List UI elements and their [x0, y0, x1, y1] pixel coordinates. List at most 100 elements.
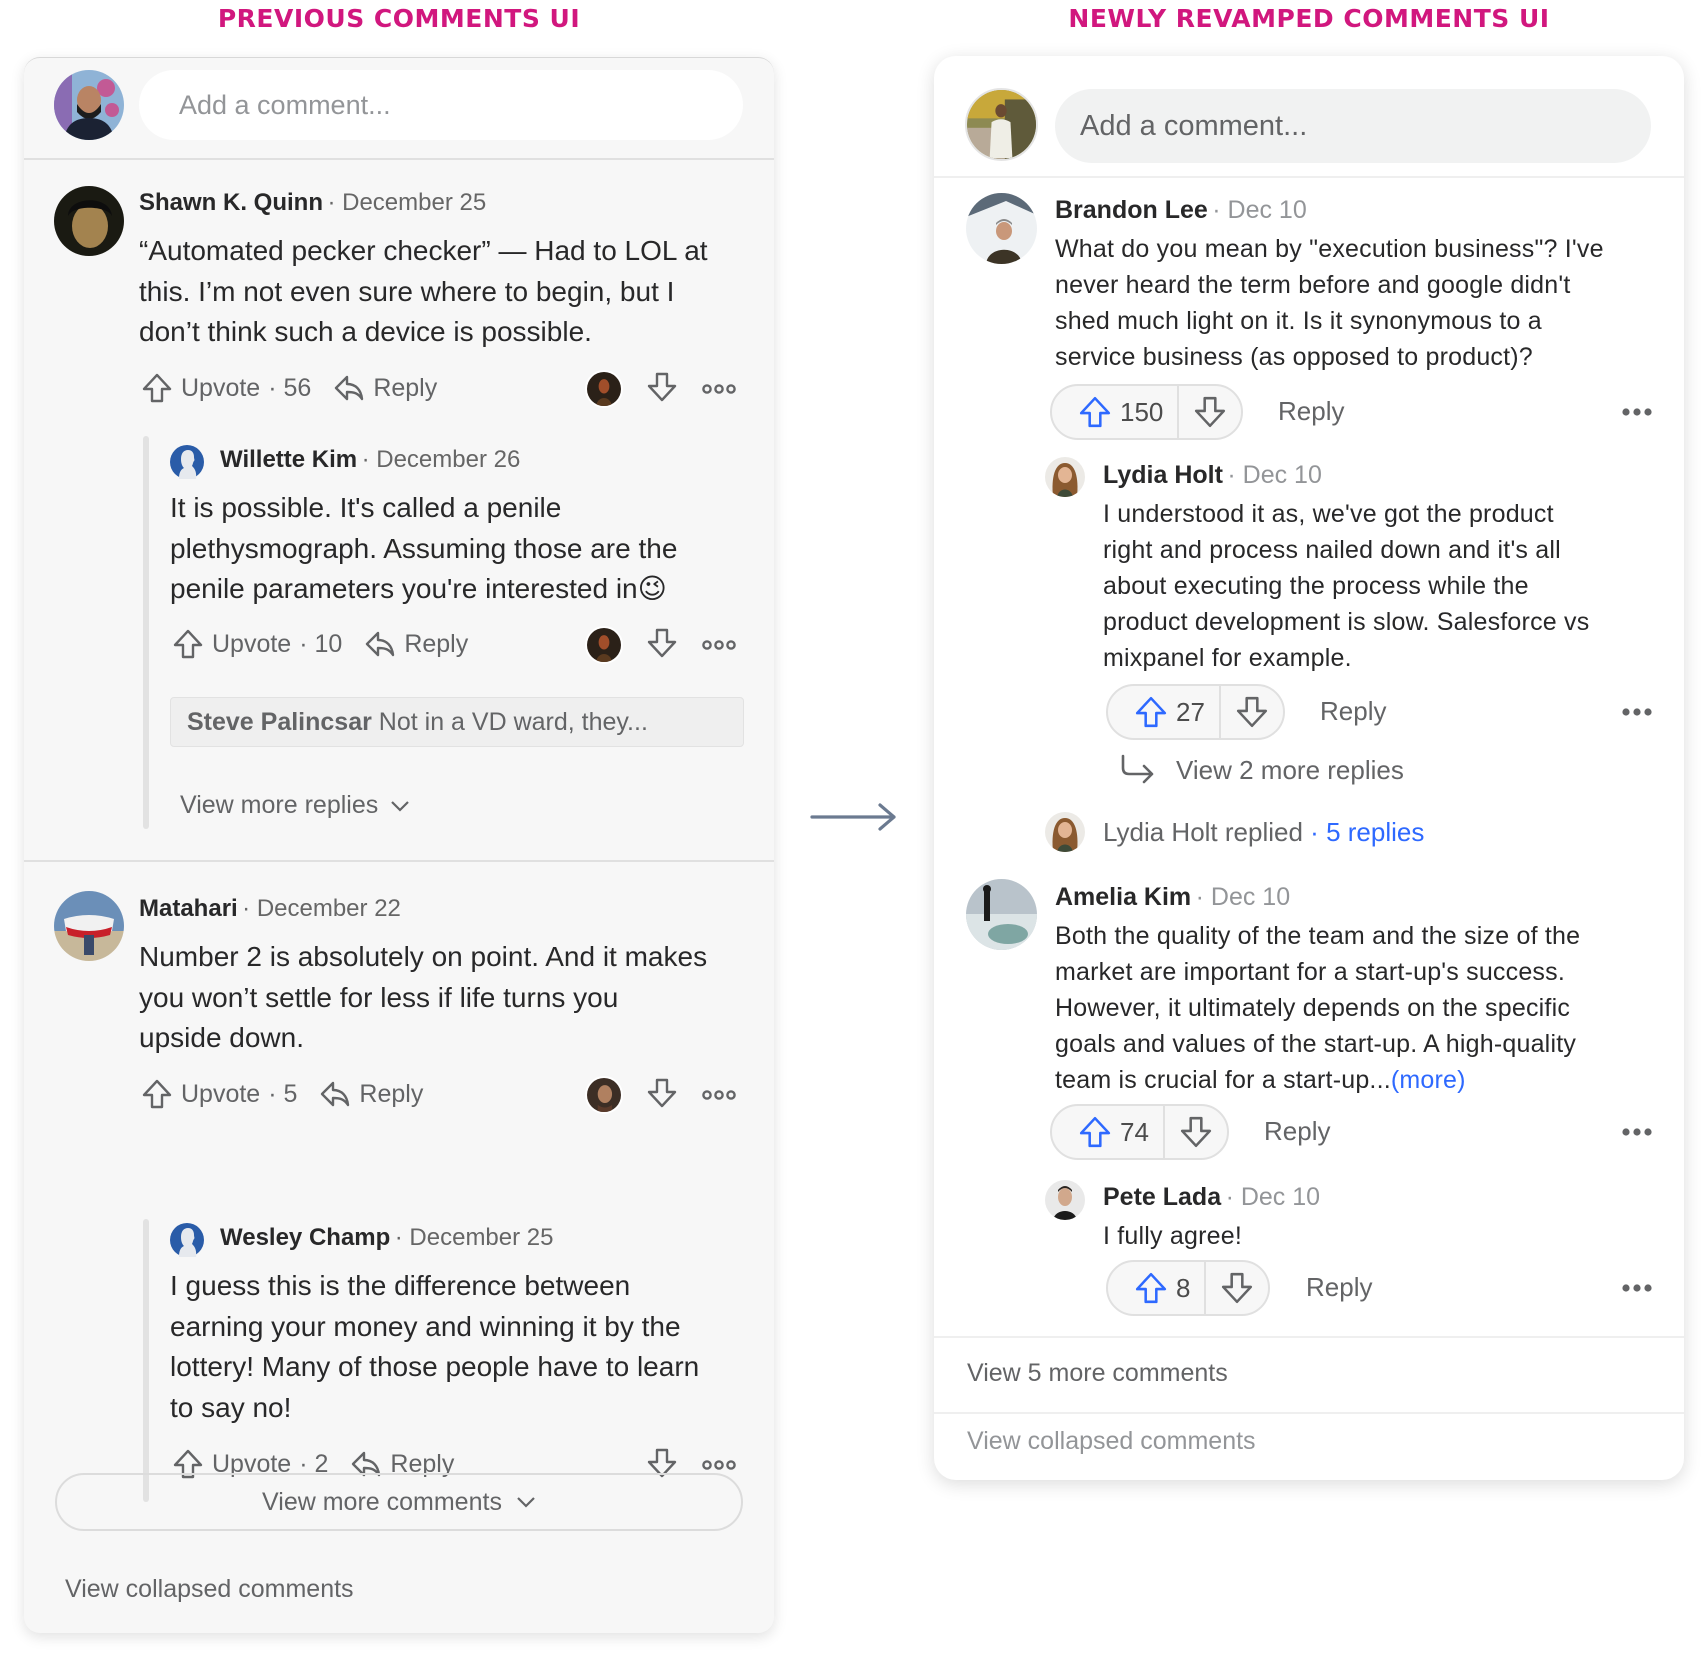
default-avatar-icon[interactable]: [170, 445, 204, 479]
reply-arrow-icon: [1121, 754, 1154, 784]
downvote-button[interactable]: [1179, 386, 1241, 438]
upvote-icon: [1134, 695, 1168, 729]
upvoter-avatar[interactable]: [585, 626, 623, 664]
reply-button[interactable]: Reply: [364, 628, 468, 660]
thread-line: [143, 436, 149, 829]
view-collapsed-comments-link[interactable]: View collapsed comments: [65, 1575, 354, 1604]
author-name[interactable]: Brandon Lee: [1055, 196, 1208, 224]
reply-body: I guess this is the difference between e…: [170, 1270, 700, 1423]
revamped-ui-title: NEWLY REVAMPED COMMENTS UI: [1068, 4, 1550, 33]
current-user-avatar: [965, 88, 1038, 161]
new-comments-panel: Add a comment... Brandon Lee · Dec 10 Wh…: [934, 56, 1684, 1480]
upvote-count: 27: [1176, 696, 1205, 727]
reply-share-icon: [319, 1078, 351, 1110]
user-avatar[interactable]: [1045, 812, 1085, 852]
reply-button[interactable]: Reply: [319, 1078, 423, 1110]
comment-input[interactable]: Add a comment...: [139, 70, 743, 140]
author-name[interactable]: Amelia Kim: [1055, 883, 1191, 911]
collapsed-reply-preview[interactable]: Steve Palincsar Not in a VD ward, they..…: [170, 697, 744, 747]
upvote-icon: [1078, 1115, 1112, 1149]
more-options-icon[interactable]: [1621, 407, 1653, 417]
more-options-icon[interactable]: [702, 1089, 736, 1101]
chevron-down-icon: [390, 800, 410, 812]
upvote-button[interactable]: Upvote · 56: [141, 372, 311, 404]
author-name[interactable]: Willette Kim: [220, 446, 357, 473]
comment-date: · December 22: [242, 895, 401, 922]
comment-date: · Dec 10: [1212, 196, 1307, 224]
upvoter-avatar[interactable]: [585, 370, 623, 408]
downvote-button[interactable]: [1221, 686, 1283, 738]
downvote-button[interactable]: [1206, 1262, 1268, 1314]
author-name[interactable]: Pete Lada: [1103, 1183, 1221, 1211]
reply-button[interactable]: Reply: [1320, 696, 1386, 727]
reply-body: I fully agree!: [1103, 1222, 1242, 1250]
upvote-button[interactable]: 150: [1052, 386, 1180, 438]
user-avatar[interactable]: [1045, 1180, 1085, 1220]
comment-actions: Upvote · 5 Reply: [141, 1077, 423, 1111]
upvote-count: · 5: [268, 1079, 298, 1108]
comment-actions: Upvote · 56 Reply: [141, 371, 437, 405]
reply-share-icon: [333, 372, 365, 404]
author-name[interactable]: Shawn K. Quinn: [139, 189, 323, 216]
replied-summary[interactable]: Lydia Holt replied · 5 replies: [1103, 817, 1424, 848]
more-options-icon[interactable]: [702, 639, 736, 651]
read-more-link[interactable]: (more): [1391, 1066, 1466, 1094]
upvote-count: 74: [1120, 1116, 1149, 1147]
view-more-comments-button[interactable]: View 5 more comments: [967, 1359, 1228, 1388]
user-avatar[interactable]: [54, 891, 124, 961]
downvote-button[interactable]: [1165, 1106, 1227, 1158]
more-options-icon[interactable]: [1621, 1283, 1653, 1293]
reply-share-icon: [364, 628, 396, 660]
more-options-icon[interactable]: [1621, 707, 1653, 717]
downvote-icon: [1193, 395, 1227, 429]
upvote-count: · 10: [299, 629, 343, 658]
arrow-right-icon: [810, 803, 896, 831]
reply-body: It is possible. It's called a penile ple…: [170, 492, 678, 604]
comment-date: · December 25: [394, 1224, 554, 1251]
comment-date: · December 26: [361, 446, 521, 473]
wink-emoji: 😉: [637, 573, 667, 604]
reply-button[interactable]: Reply: [333, 372, 437, 404]
downvote-icon[interactable]: [646, 627, 678, 659]
view-collapsed-comments-link[interactable]: View collapsed comments: [967, 1427, 1256, 1456]
downvote-icon[interactable]: [646, 371, 678, 403]
upvoter-avatar[interactable]: [585, 1076, 623, 1114]
reply-button[interactable]: Reply: [1306, 1272, 1372, 1303]
comment-body: Both the quality of the team and the siz…: [1055, 922, 1581, 1094]
old-comments-panel: Add a comment... Shawn K. Quinn · Decemb…: [24, 57, 774, 1633]
preview-text: Not in a VD ward, they...: [378, 708, 648, 736]
downvote-icon[interactable]: [646, 1077, 678, 1109]
user-avatar[interactable]: [966, 879, 1037, 950]
divider: [934, 176, 1684, 178]
replies-count-link[interactable]: 5 replies: [1326, 817, 1424, 847]
reply-button[interactable]: Reply: [1264, 1116, 1330, 1147]
author-name[interactable]: Wesley Champ: [220, 1224, 390, 1251]
author-name[interactable]: Matahari: [139, 895, 238, 922]
view-more-comments-button[interactable]: View more comments: [55, 1473, 743, 1531]
default-avatar-icon[interactable]: [170, 1223, 204, 1257]
user-avatar[interactable]: [966, 193, 1037, 264]
upvote-button[interactable]: 8: [1108, 1262, 1207, 1314]
author-name[interactable]: Lydia Holt: [1103, 461, 1223, 489]
view-more-replies-button[interactable]: View 2 more replies: [1120, 754, 1404, 786]
upvote-count: 150: [1120, 396, 1164, 427]
upvote-button[interactable]: Upvote · 5: [141, 1078, 297, 1110]
downvote-icon: [1179, 1115, 1213, 1149]
view-more-replies-button[interactable]: View more replies: [180, 791, 410, 820]
downvote-icon: [1235, 695, 1269, 729]
current-user-avatar: [54, 70, 124, 140]
user-avatar[interactable]: [54, 186, 124, 256]
comment-input[interactable]: Add a comment...: [1055, 89, 1651, 163]
user-avatar[interactable]: [1045, 457, 1085, 497]
vote-control: 27: [1106, 684, 1285, 740]
more-options-icon[interactable]: [1621, 1127, 1653, 1137]
more-options-icon[interactable]: [702, 1459, 736, 1471]
comment-date: · Dec 10: [1225, 1183, 1321, 1211]
upvote-button[interactable]: 74: [1052, 1106, 1165, 1158]
comment-body: What do you mean by "execution business"…: [1055, 235, 1604, 371]
divider: [934, 1336, 1684, 1338]
upvote-button[interactable]: 27: [1108, 686, 1221, 738]
reply-button[interactable]: Reply: [1278, 396, 1344, 427]
more-options-icon[interactable]: [702, 383, 736, 395]
upvote-button[interactable]: Upvote · 10: [172, 628, 342, 660]
